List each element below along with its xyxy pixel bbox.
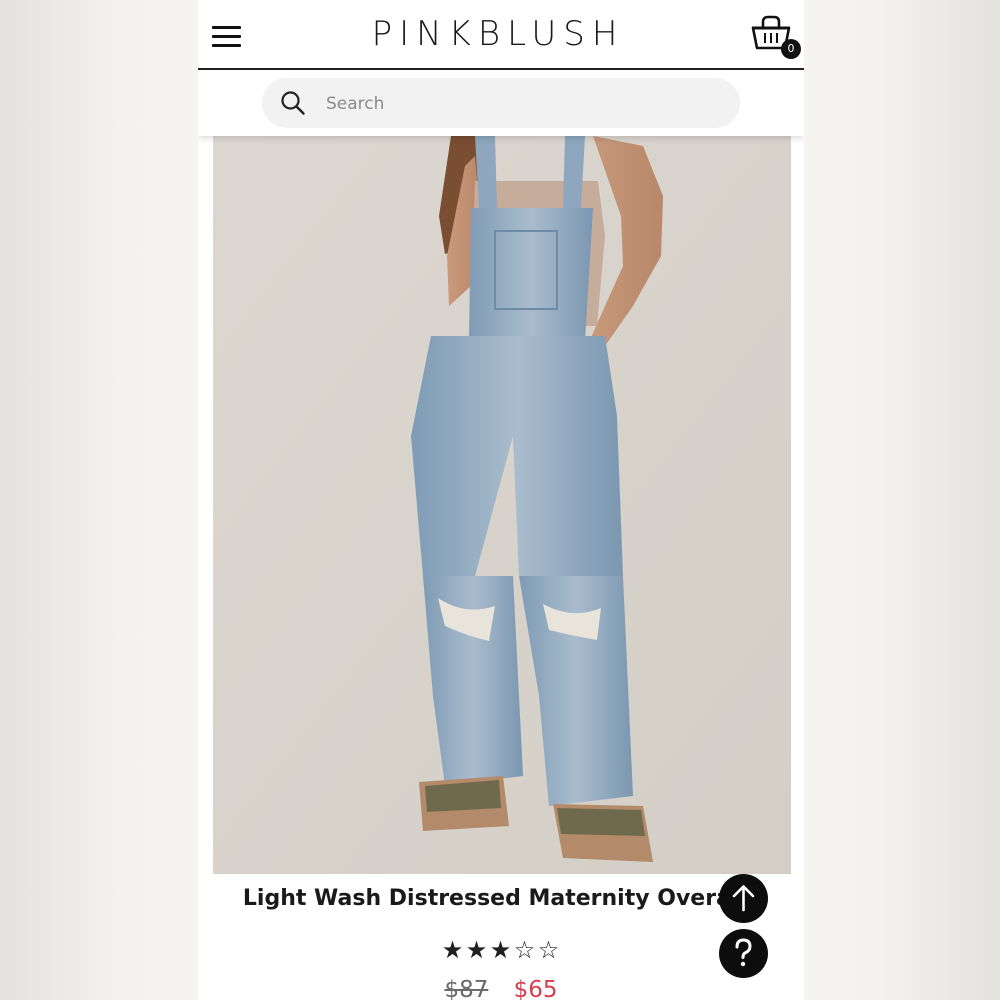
price-row: $87 $65	[198, 972, 804, 1000]
search-field[interactable]	[262, 78, 740, 128]
product-photo-overalls	[213, 136, 791, 874]
question-mark-icon	[735, 938, 752, 967]
sale-price: $65	[513, 977, 558, 1000]
star-filled-icon: ★	[441, 936, 465, 964]
original-price: $87	[444, 977, 489, 1000]
help-button[interactable]	[719, 929, 768, 978]
star-rating[interactable]: ★★★☆☆	[198, 934, 804, 966]
mobile-page: PINKBLUSH 0 Search Light Wash Distressed…	[198, 0, 804, 1000]
product-title[interactable]: Light Wash Distressed Maternity Overalls	[198, 880, 804, 918]
cart-count-badge: 0	[781, 39, 801, 59]
star-filled-icon: ★	[489, 936, 513, 964]
site-header: PINKBLUSH 0	[198, 0, 804, 70]
star-filled-icon: ★	[465, 936, 489, 964]
product-image[interactable]	[213, 136, 791, 874]
scroll-to-top-button[interactable]	[719, 874, 768, 923]
star-empty-icon: ☆	[537, 936, 561, 964]
brand-logo[interactable]: PINKBLUSH	[318, 12, 678, 56]
hamburger-menu-icon[interactable]	[212, 24, 242, 48]
search-input[interactable]	[324, 88, 718, 120]
cart-button[interactable]: 0	[750, 14, 802, 60]
search-bar	[198, 70, 804, 136]
search-icon[interactable]	[280, 90, 306, 116]
arrow-up-icon	[732, 885, 755, 912]
star-empty-icon: ☆	[513, 936, 537, 964]
